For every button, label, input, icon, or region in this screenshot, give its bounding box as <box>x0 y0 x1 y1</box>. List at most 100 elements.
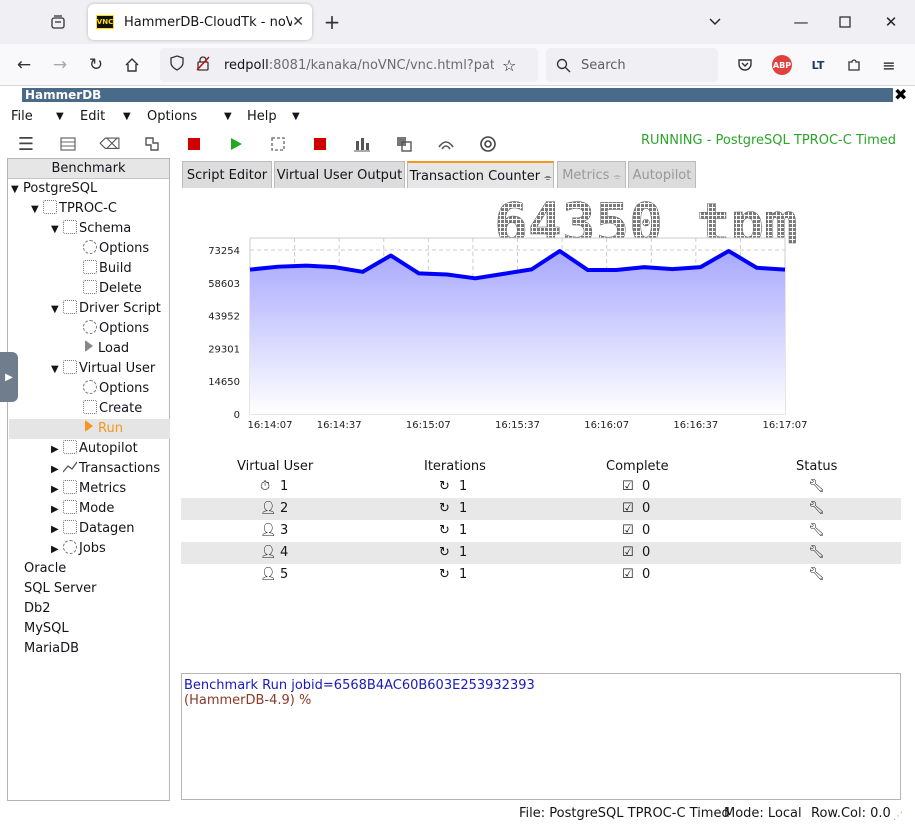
extensions-puzzle-icon[interactable] <box>842 53 866 77</box>
resize-grip-icon[interactable]: ⋰ <box>893 811 903 822</box>
tree-item-virtual-user[interactable]: ▼ Virtual User <box>51 359 155 379</box>
tree-item-transactions[interactable]: ▶ Transactions <box>51 459 160 479</box>
tree-item-autopilot[interactable]: ▶ Autopilot <box>51 439 138 459</box>
forward-arrow-icon[interactable]: → <box>46 51 74 79</box>
maximize-icon[interactable] <box>831 8 859 36</box>
y-tick-label: 29301 <box>208 344 240 355</box>
tab-detach-icon[interactable]: ⌯ <box>614 172 621 182</box>
expanded-triangle-icon[interactable]: ▼ <box>51 220 63 240</box>
insecure-lock-icon[interactable] <box>196 55 210 75</box>
tree-item-oracle[interactable]: Oracle <box>24 559 66 579</box>
tree-item-sqlserver[interactable]: SQL Server <box>24 579 97 599</box>
running-status: RUNNING - PostgreSQL TPROC-C Timed <box>640 133 896 148</box>
tree-item-load[interactable]: Load <box>83 339 129 359</box>
menu-edit[interactable]: Edit <box>80 109 105 124</box>
menu-file-arrow-icon[interactable]: ▼ <box>56 111 64 122</box>
collapsed-triangle-icon[interactable]: ▶ <box>51 460 63 480</box>
shield-icon[interactable] <box>170 55 184 75</box>
novnc-control-handle[interactable]: ▶ <box>0 352 18 402</box>
tree-item-create[interactable]: Create <box>83 399 142 419</box>
menu-help-arrow-icon[interactable]: ▼ <box>292 111 300 122</box>
tree-item-delete[interactable]: Delete <box>83 279 142 299</box>
tree-item-mariadb[interactable]: MariaDB <box>24 639 79 659</box>
tab-transaction-counter[interactable]: Transaction Counter ⌯ <box>407 161 554 188</box>
expanded-triangle-icon[interactable]: ▼ <box>51 360 63 380</box>
stop-run-icon[interactable] <box>310 134 330 154</box>
table-row[interactable]: 👤︎ 2 ↻ 1 ☑ 0 🔧︎ <box>181 498 901 520</box>
url-bar[interactable]: redpoll:8081/kanaka/noVNC/vnc.html?path=… <box>160 48 538 82</box>
tree-item-run[interactable]: Run <box>9 419 170 439</box>
autopilot-icon <box>63 440 77 454</box>
collapsed-triangle-icon[interactable]: ▶ <box>51 540 63 560</box>
back-arrow-icon[interactable]: ← <box>10 51 38 79</box>
tree-item-vuser-options[interactable]: Options <box>83 379 149 399</box>
collapsed-triangle-icon[interactable]: ▶ <box>51 500 63 520</box>
app-close-icon[interactable]: ✖ <box>894 87 910 103</box>
tree-item-schema[interactable]: ▼ Schema <box>51 219 131 239</box>
autopilot-wave-icon[interactable] <box>436 134 456 154</box>
adblock-plus-icon[interactable]: ABP <box>772 55 792 75</box>
new-tab-button[interactable]: + <box>318 8 346 36</box>
tree-item-mode[interactable]: ▶ Mode <box>51 499 114 519</box>
reload-icon[interactable]: ↻ <box>82 51 110 79</box>
collapsed-triangle-icon[interactable]: ▶ <box>51 520 63 540</box>
menu-edit-arrow-icon[interactable]: ▼ <box>123 111 131 122</box>
tree-item-driver-script[interactable]: ▼ Driver Script <box>51 299 161 319</box>
table-row[interactable]: 👤︎ 3 ↻ 1 ☑ 0 🔧︎ <box>181 520 901 542</box>
driver-script-icon[interactable] <box>142 134 162 154</box>
expanded-triangle-icon[interactable]: ▼ <box>31 200 43 220</box>
collapsed-triangle-icon[interactable]: ▶ <box>51 440 63 460</box>
tab-metrics[interactable]: Metrics ⌯ <box>557 161 626 188</box>
tree-toggle-icon[interactable]: ☰ <box>16 134 36 155</box>
complete-value: 0 <box>642 545 651 560</box>
tree-item-datagen[interactable]: ▶ Datagen <box>51 519 135 539</box>
user-icon: 👤︎ <box>260 523 277 538</box>
tab-list-icon[interactable] <box>44 8 72 36</box>
tab-script-editor[interactable]: Script Editor <box>182 161 272 188</box>
target-icon[interactable] <box>478 134 498 154</box>
tree-item-tproc-c[interactable]: ▼ TPROC-C <box>31 199 117 219</box>
table-row[interactable]: 👤︎ 5 ↻ 1 ☑ 0 🔧︎ <box>181 564 901 586</box>
menu-options[interactable]: Options <box>147 109 197 124</box>
bar-chart-icon[interactable] <box>352 134 372 154</box>
tab-close-icon[interactable]: ✕ <box>292 14 304 30</box>
table-row[interactable]: ⏱ 1 ↻ 1 ☑ 0 🔧︎ <box>181 476 901 498</box>
tree-item-schema-options[interactable]: Options <box>83 239 149 259</box>
bookmark-star-icon[interactable]: ☆ <box>502 56 516 75</box>
layers-icon[interactable] <box>394 134 414 154</box>
menu-options-arrow-icon[interactable]: ▼ <box>224 111 232 122</box>
console-output[interactable]: Benchmark Run jobid=6568B4AC60B603E25393… <box>181 673 901 800</box>
tab-virtual-user-output[interactable]: Virtual User Output <box>274 161 405 188</box>
table-row[interactable]: 👤︎ 4 ↻ 1 ☑ 0 🔧︎ <box>181 542 901 564</box>
database-icon[interactable] <box>58 134 78 154</box>
tree-item-db2[interactable]: Db2 <box>24 599 51 619</box>
window-close-icon[interactable]: ✕ <box>877 8 905 36</box>
browser-tab[interactable]: VNC HammerDB-CloudTk - noVNC ✕ <box>88 4 312 40</box>
tree-item-metrics[interactable]: ▶ Metrics <box>51 479 126 499</box>
menu-help[interactable]: Help <box>247 109 277 124</box>
tab-detach-icon[interactable]: ⌯ <box>544 173 551 183</box>
languagetool-icon[interactable]: LT <box>806 53 830 77</box>
play-icon[interactable] <box>226 134 246 154</box>
tree-item-jobs[interactable]: ▶ Jobs <box>51 539 106 559</box>
search-bar[interactable]: Search <box>546 48 718 82</box>
pocket-icon[interactable] <box>733 53 757 77</box>
expanded-triangle-icon[interactable]: ▼ <box>51 300 63 320</box>
stop-build-icon[interactable] <box>184 134 204 154</box>
tree-item-mysql[interactable]: MySQL <box>24 619 69 639</box>
tree-item-build[interactable]: Build <box>83 259 132 279</box>
minimize-icon[interactable]: — <box>787 8 815 36</box>
tree-item-driver-options[interactable]: Options <box>83 319 149 339</box>
menu-file[interactable]: File <box>11 109 33 124</box>
collapsed-triangle-icon[interactable]: ▶ <box>51 480 63 500</box>
tree-item-postgresql[interactable]: ▼ PostgreSQL <box>11 179 97 199</box>
expanded-triangle-icon[interactable]: ▼ <box>11 180 23 200</box>
hamburger-menu-icon[interactable]: ≡ <box>877 53 901 77</box>
erase-icon[interactable]: ⌫ <box>99 134 120 154</box>
home-icon[interactable] <box>118 51 146 79</box>
refresh-vuser-icon[interactable] <box>268 134 288 154</box>
tab-overflow-chevron-icon[interactable] <box>701 8 729 36</box>
user-icon: 👤︎ <box>260 545 277 560</box>
tab-autopilot[interactable]: Autopilot <box>628 161 696 188</box>
column-header-complete: Complete <box>606 459 669 474</box>
